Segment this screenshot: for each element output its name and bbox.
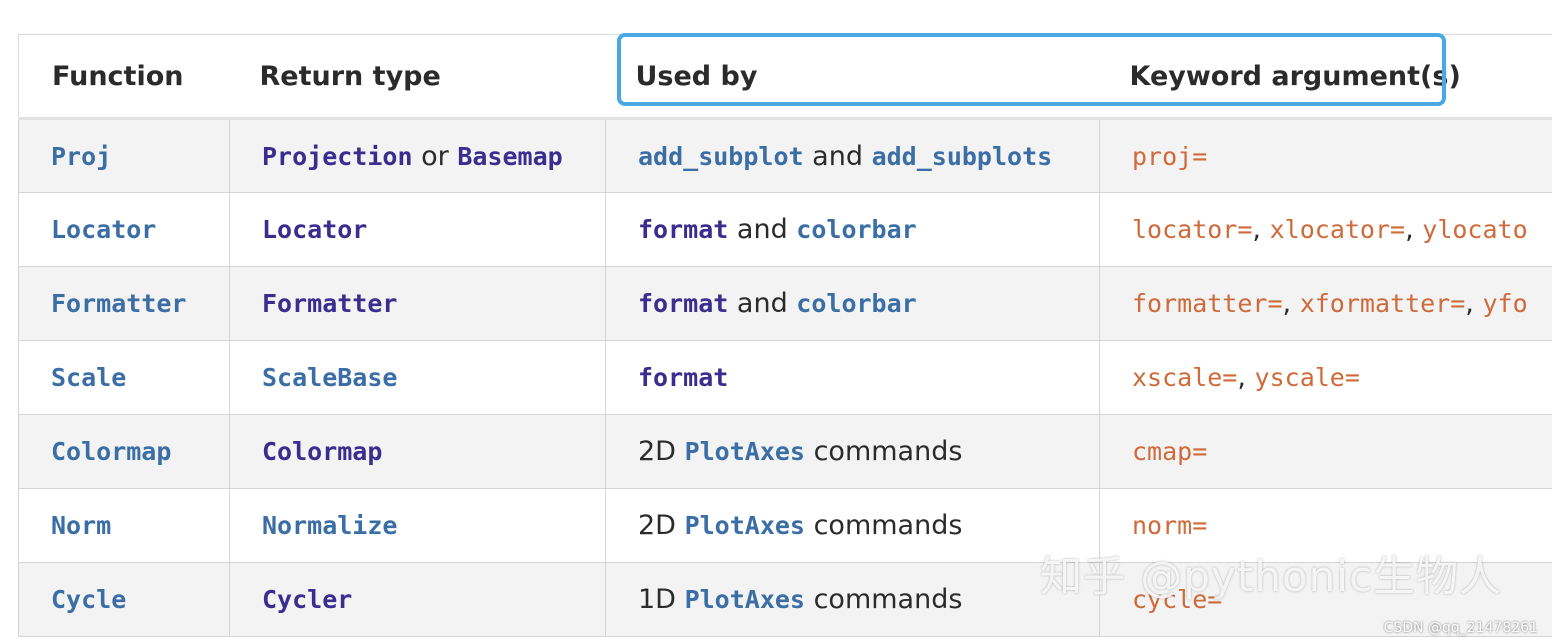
keyword-cmap: cmap= [1132,437,1208,466]
and-text: and [736,214,788,245]
keyword-formatter: formatter= [1132,289,1283,318]
function-link-colormap[interactable]: Colormap [51,437,171,466]
return-link-colormap[interactable]: Colormap [262,437,382,466]
used-link-colorbar[interactable]: colorbar [796,215,916,244]
header-return-type: Return type [229,34,606,120]
keyword-xscale: xscale= [1132,363,1238,392]
function-link-norm[interactable]: Norm [51,511,111,540]
and-text: and [812,140,863,172]
watermark: 知乎 @pythonic生物人 [1040,552,1503,601]
header-used-by: Used by [605,34,1100,120]
used-link-plotaxes[interactable]: PlotAxes [685,585,805,614]
return-link-normalize[interactable]: Normalize [262,511,397,540]
keyword-ylocator: ylocato [1422,215,1528,244]
return-link-formatter[interactable]: Formatter [262,289,397,318]
return-link-basemap[interactable]: Basemap [457,142,562,171]
return-link-locator[interactable]: Locator [262,215,367,244]
commands-text: commands [813,436,963,467]
used-link-format[interactable]: format [638,215,728,244]
return-link-scalebase[interactable]: ScaleBase [262,363,397,392]
used-link-add-subplot[interactable]: add_subplot [638,142,804,171]
separator: , [1237,362,1246,393]
table-row: Proj Projection or Basemap add_subplot a… [18,118,1552,193]
table-row: Formatter Formatter format and colorbar … [18,266,1552,341]
keyword-xformatter: xformatter= [1299,289,1466,318]
commands-text: commands [813,510,963,541]
return-link-projection[interactable]: Projection [262,142,413,171]
used-link-plotaxes[interactable]: PlotAxes [685,511,805,540]
table-header-row: Function Return type Used by Keyword arg… [18,34,1552,120]
function-link-locator[interactable]: Locator [51,215,156,244]
keyword-norm: norm= [1132,511,1208,540]
function-link-cycle[interactable]: Cycle [51,585,126,614]
table-row: Locator Locator format and colorbar loca… [18,192,1552,267]
header-function: Function [18,34,230,120]
separator: , [1405,214,1414,245]
keyword-yformatter: yfo [1482,289,1528,318]
header-keyword-args: Keyword argument(s) [1099,34,1552,120]
dimension-text: 1D [638,584,676,615]
return-link-cycler[interactable]: Cycler [262,585,352,614]
used-link-format[interactable]: format [638,363,728,392]
or-text: or [421,140,449,172]
dimension-text: 2D [638,510,676,541]
keyword-yscale: yscale= [1254,363,1360,392]
commands-text: commands [813,584,963,615]
used-link-plotaxes[interactable]: PlotAxes [685,437,805,466]
and-text: and [736,288,788,319]
used-link-colorbar[interactable]: colorbar [796,289,916,318]
function-link-formatter[interactable]: Formatter [51,289,186,318]
table-row: Colormap Colormap 2D PlotAxes commands c… [18,414,1552,489]
used-link-add-subplots[interactable]: add_subplots [872,142,1053,171]
separator: , [1282,288,1292,319]
keyword-xlocator: xlocator= [1269,215,1406,244]
table-row: Scale ScaleBase format xscale=, yscale= [18,340,1552,415]
function-link-scale[interactable]: Scale [51,363,126,392]
keyword-proj: proj= [1132,141,1208,171]
function-link-proj[interactable]: Proj [51,142,111,171]
keyword-locator: locator= [1132,215,1253,244]
separator: , [1252,214,1262,245]
separator: , [1465,288,1474,319]
credit-text: CSDN @qq_21478261 [1383,620,1538,636]
dimension-text: 2D [638,436,676,467]
used-link-format[interactable]: format [638,289,728,318]
